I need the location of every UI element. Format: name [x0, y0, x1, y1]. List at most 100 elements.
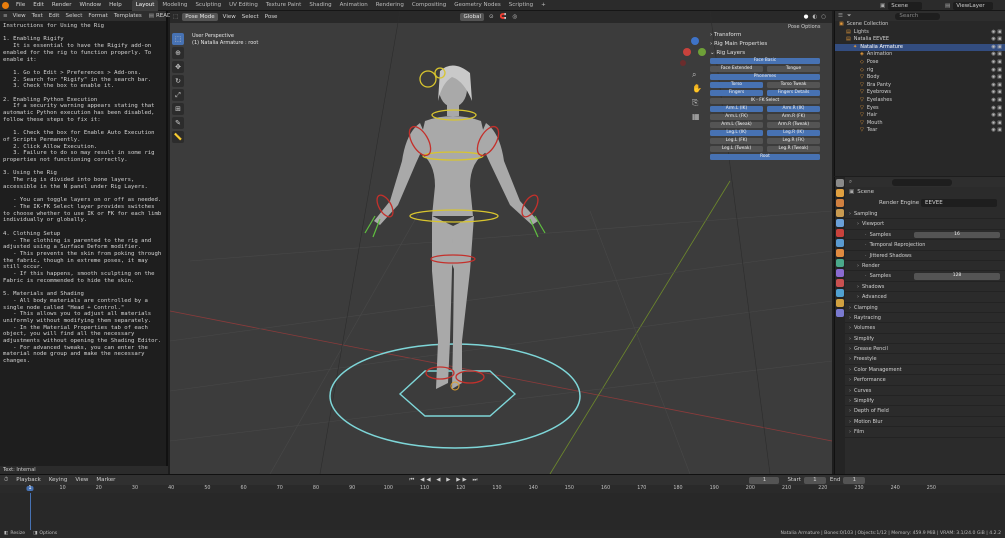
- visibility-eye-icon[interactable]: ◉ ▣: [991, 97, 1002, 105]
- property-row-raytracing[interactable]: › Raytracing: [845, 313, 1005, 324]
- playhead[interactable]: [30, 493, 31, 531]
- property-row-volumes[interactable]: › Volumes: [845, 323, 1005, 334]
- outliner-item-body[interactable]: ▽ Body ◉ ▣: [835, 74, 1005, 82]
- panel-transform-header[interactable]: › Transform: [710, 31, 820, 40]
- rig-layer-button-fingers[interactable]: Fingers: [710, 90, 763, 96]
- rig-layer-button-arm-l-ik[interactable]: Arm.L (IK): [710, 106, 763, 112]
- timeline-menu-marker[interactable]: Marker: [92, 475, 119, 485]
- visibility-eye-icon[interactable]: ◉ ▣: [991, 51, 1002, 59]
- workspace-tab-sculpting[interactable]: Sculpting: [191, 0, 225, 11]
- rig-layer-button-fingers-details[interactable]: Fingers Details: [767, 90, 820, 96]
- property-row-film[interactable]: › Film: [845, 427, 1005, 438]
- property-row-samples[interactable]: · Samples 128: [845, 271, 1005, 282]
- rig-layer-button-face-extended[interactable]: Face Extended: [710, 66, 763, 72]
- property-row-viewport[interactable]: › Viewport: [845, 219, 1005, 230]
- property-row-curves[interactable]: › Curves: [845, 386, 1005, 397]
- panel-rig-layers-header[interactable]: ⌄ Rig Layers: [710, 49, 820, 58]
- playback-controls[interactable]: ⏮ ◀◀ ◀ ▶ ▶▶ ⏭: [409, 477, 479, 484]
- properties-tab-icon[interactable]: [836, 189, 844, 197]
- rig-layer-button-face-basic[interactable]: Face Basic: [710, 58, 820, 64]
- visibility-eye-icon[interactable]: ◉ ▣: [991, 29, 1002, 37]
- menu-help[interactable]: Help: [105, 0, 126, 11]
- workspace-tab-shading[interactable]: Shading: [305, 0, 335, 11]
- outliner-item-tear[interactable]: ▽ Tear ◉ ▣: [835, 127, 1005, 135]
- workspace-tab-layout[interactable]: Layout: [131, 0, 159, 11]
- rig-layer-button-tongue[interactable]: Tongue: [767, 66, 820, 72]
- outliner-item-animation[interactable]: ◈ Animation ◉ ▣: [835, 51, 1005, 59]
- property-row-temporal-reprojection[interactable]: · Temporal Reprojection: [845, 240, 1005, 251]
- current-frame-field[interactable]: 1: [749, 476, 780, 484]
- text-menu-format[interactable]: Format: [85, 11, 110, 21]
- rig-layer-button-leg-l-ik[interactable]: Leg.L (IK): [710, 130, 763, 136]
- outliner-item-eyelashes[interactable]: ▽ Eyelashes ◉ ▣: [835, 97, 1005, 105]
- workspace-tab-rendering[interactable]: Rendering: [372, 0, 408, 11]
- outliner-item-eyebrows[interactable]: ▽ Eyebrows ◉ ▣: [835, 89, 1005, 97]
- text-editor-content[interactable]: Instructions for Using the Rig 1. Enabli…: [0, 21, 166, 367]
- rig-layer-button-phonemes[interactable]: Phonemes: [710, 74, 820, 80]
- menu-edit[interactable]: Edit: [29, 0, 48, 11]
- visibility-eye-icon[interactable]: ◉ ▣: [991, 89, 1002, 97]
- outliner-item-mouth[interactable]: ▽ Mouth ◉ ▣: [835, 120, 1005, 128]
- timeline-editor-type-icon[interactable]: ⏱: [4, 477, 8, 484]
- outliner-item-natalia-armature[interactable]: ✦ Natalia Armature ◉ ▣: [835, 43, 1005, 52]
- property-row-simplify[interactable]: › Simplify: [845, 396, 1005, 407]
- property-row-freestyle[interactable]: › Freestyle: [845, 354, 1005, 365]
- rig-layer-button-leg-r-ik[interactable]: Leg.R (IK): [767, 130, 820, 136]
- outliner-item-rig[interactable]: ◇ rig ◉ ▣: [835, 67, 1005, 75]
- workspace-tab-scripting[interactable]: Scripting: [505, 0, 537, 11]
- render-engine-selector[interactable]: EEVEE: [921, 199, 997, 207]
- property-row-samples[interactable]: · Samples 16: [845, 230, 1005, 241]
- property-row-performance[interactable]: › Performance: [845, 375, 1005, 386]
- workspace-tab-geometry-nodes[interactable]: Geometry Nodes: [450, 0, 504, 11]
- properties-tab-icon[interactable]: [836, 179, 844, 187]
- visibility-eye-icon[interactable]: ◉ ▣: [991, 36, 1002, 44]
- workspace-tab-compositing[interactable]: Compositing: [408, 0, 450, 11]
- properties-search-icon[interactable]: ⌕: [849, 179, 852, 186]
- outliner-item-scene-collection[interactable]: ▣ Scene Collection: [835, 21, 1005, 29]
- add-workspace-icon[interactable]: +: [537, 0, 550, 11]
- menu-window[interactable]: Window: [75, 0, 105, 11]
- view-layer-selector[interactable]: ViewLayer: [953, 1, 993, 10]
- workspace-tab-animation[interactable]: Animation: [336, 0, 372, 11]
- properties-tab-icon[interactable]: [836, 299, 844, 307]
- property-row-depth-of-field[interactable]: › Depth of Field: [845, 406, 1005, 417]
- timeline-menu-playback[interactable]: Playback: [12, 475, 45, 485]
- rig-layer-button-leg-r-tweak[interactable]: Leg.R (Tweak): [767, 146, 820, 152]
- filter-icon[interactable]: ⏷: [847, 13, 851, 20]
- blender-logo-icon[interactable]: [2, 1, 9, 9]
- outliner-item-hair[interactable]: ▽ Hair ◉ ▣: [835, 112, 1005, 120]
- rig-layer-button-leg-r-fk[interactable]: Leg.R (FK): [767, 138, 820, 144]
- property-value-field[interactable]: 128: [914, 273, 1000, 280]
- property-row-grease-pencil[interactable]: › Grease Pencil: [845, 344, 1005, 355]
- properties-tab-icon[interactable]: [836, 229, 844, 237]
- rig-layer-button-arm-r-fk[interactable]: Arm.R (FK): [767, 114, 820, 120]
- 3d-viewport[interactable]: ⬚ Pose Mode View Select Pose Global ⊙ 🧲 …: [170, 11, 832, 474]
- outliner-item-pose[interactable]: ◇ Pose ◉ ▣: [835, 59, 1005, 67]
- timeline-menu-keying[interactable]: Keying: [45, 475, 71, 485]
- properties-tab-icon[interactable]: [836, 259, 844, 267]
- properties-tab-icon[interactable]: [836, 309, 844, 317]
- timeline-ruler[interactable]: 1 10 20 30 40 50 60 70 80 90 100 110 120 130 140 150 160…: [0, 485, 1005, 493]
- menu-file[interactable]: File: [12, 0, 29, 11]
- property-row-advanced[interactable]: › Advanced: [845, 292, 1005, 303]
- outliner-search-input[interactable]: Search: [895, 12, 941, 20]
- rig-layer-button-torso-tweak[interactable]: Torso Tweak: [767, 82, 820, 88]
- outliner-editor-type-icon[interactable]: ☰: [838, 13, 843, 19]
- rig-layer-button-leg-l-tweak[interactable]: Leg.L (Tweak): [710, 146, 763, 152]
- rig-layer-button-arm-l-fk[interactable]: Arm.L (FK): [710, 114, 763, 120]
- rig-layer-button-arm-r-tweak[interactable]: Arm.R (Tweak): [767, 122, 820, 128]
- menu-render[interactable]: Render: [48, 0, 76, 11]
- properties-tab-icon[interactable]: [836, 279, 844, 287]
- visibility-eye-icon[interactable]: ◉ ▣: [991, 82, 1002, 90]
- properties-tab-icon[interactable]: [836, 289, 844, 297]
- timeline-menu-view[interactable]: View: [71, 475, 92, 485]
- rig-layer-button-torso[interactable]: Torso: [710, 82, 763, 88]
- text-menu-edit[interactable]: Edit: [46, 11, 63, 21]
- timeline-tracks[interactable]: [0, 493, 1005, 531]
- panel-rig-main-properties-header[interactable]: › Rig Main Properties: [710, 40, 820, 49]
- rig-layer-button-root[interactable]: Root: [710, 154, 820, 160]
- view-layer-icon[interactable]: ▤: [945, 3, 950, 9]
- text-menu-text[interactable]: Text: [29, 11, 46, 21]
- visibility-eye-icon[interactable]: ◉ ▣: [991, 120, 1002, 128]
- workspace-tab-texture-paint[interactable]: Texture Paint: [262, 0, 306, 11]
